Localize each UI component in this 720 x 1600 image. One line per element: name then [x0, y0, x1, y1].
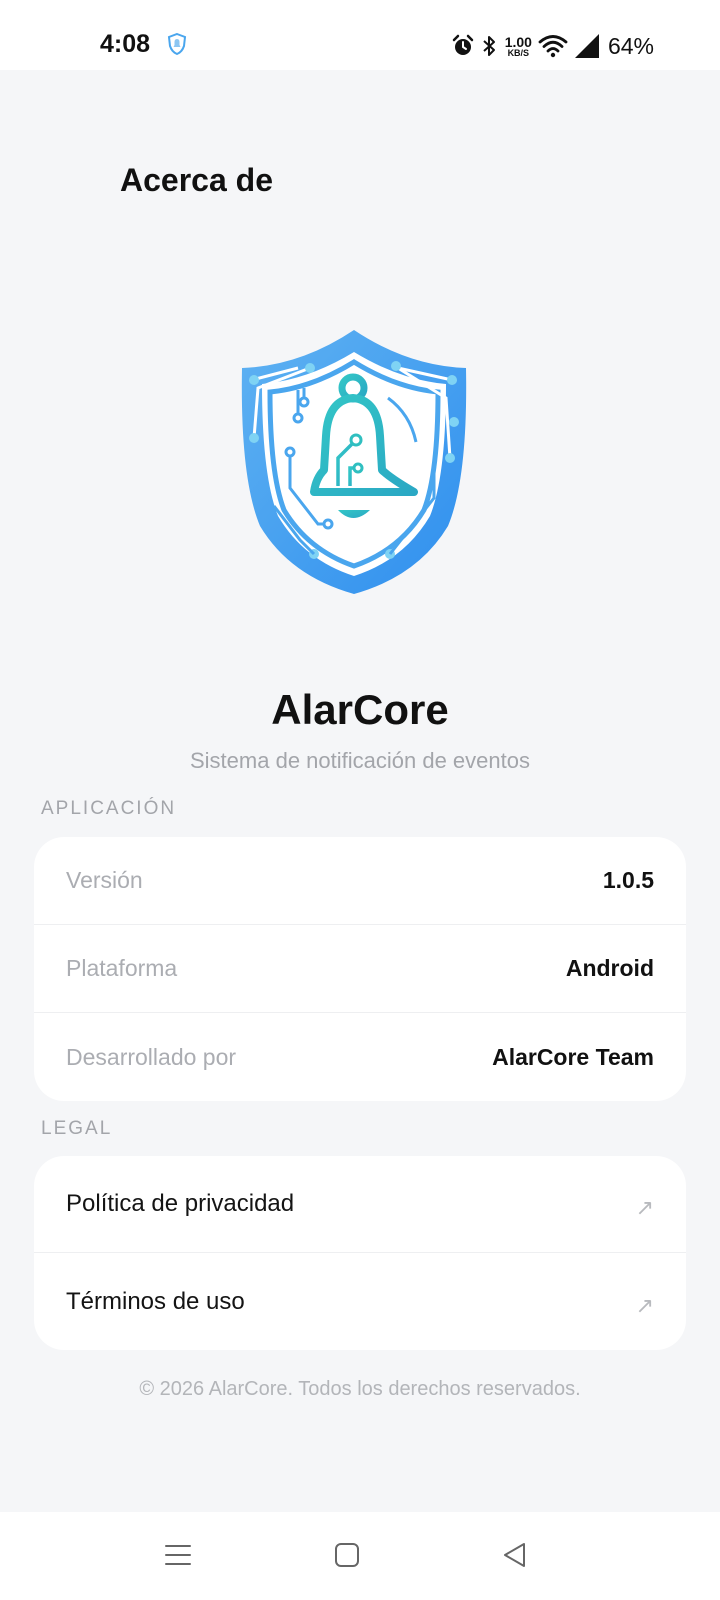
terms-of-use-link[interactable]: Términos de uso ↗ — [34, 1253, 686, 1350]
info-row-developer: Desarrollado por AlarCore Team — [34, 1013, 686, 1101]
status-icons: 1.00 KB/S 64% — [451, 30, 654, 62]
info-key: Desarrollado por — [66, 1043, 237, 1070]
app-name: AlarCore — [271, 686, 449, 733]
external-link-icon: ↗ — [635, 1292, 654, 1318]
bluetooth-icon — [483, 36, 495, 56]
system-nav-bar — [0, 1512, 720, 1600]
info-value: 1.0.5 — [602, 867, 654, 893]
section-label-legal: LEGAL — [41, 1118, 113, 1139]
link-label: Política de privacidad — [66, 1190, 295, 1217]
copyright-text: © 2026 AlarCore. Todos los derechos rese… — [139, 1378, 581, 1400]
shield-bell-logo — [241, 330, 467, 594]
network-speed: 1.00 KB/S — [505, 35, 532, 58]
status-time: 4:08 — [100, 30, 151, 58]
alarm-icon — [452, 34, 473, 55]
info-key: Plataforma — [66, 955, 178, 981]
menu-icon[interactable] — [163, 1540, 193, 1570]
network-speed-value: 1.00 — [504, 33, 532, 50]
wifi-icon — [538, 35, 568, 58]
link-label: Términos de uso — [66, 1287, 245, 1315]
section-label-application: APLICACIÓN — [41, 798, 177, 819]
home-icon[interactable] — [332, 1540, 362, 1570]
page-title: Acerca de — [120, 162, 273, 198]
info-key: Versión — [66, 867, 143, 893]
info-value: Android — [565, 955, 654, 981]
info-row-version: Versión 1.0.5 — [34, 837, 686, 925]
network-speed-unit: KB/S — [507, 47, 530, 58]
back-icon[interactable] — [500, 1540, 530, 1570]
shield-bell-icon — [167, 33, 187, 55]
info-row-platform: Plataforma Android — [34, 925, 686, 1013]
info-value: AlarCore Team — [492, 1043, 654, 1070]
app-info-card: Versión 1.0.5 Plataforma Android Desarro… — [34, 837, 686, 1101]
privacy-policy-link[interactable]: Política de privacidad ↗ — [34, 1156, 686, 1253]
signal-icon — [574, 34, 599, 58]
app-subtitle: Sistema de notificación de eventos — [190, 748, 530, 773]
status-bar: 4:08 1.00 KB/S 64% — [0, 0, 720, 70]
external-link-icon: ↗ — [635, 1195, 654, 1220]
legal-card: Política de privacidad ↗ Términos de uso… — [34, 1156, 686, 1350]
battery-level: 64% — [607, 32, 654, 59]
